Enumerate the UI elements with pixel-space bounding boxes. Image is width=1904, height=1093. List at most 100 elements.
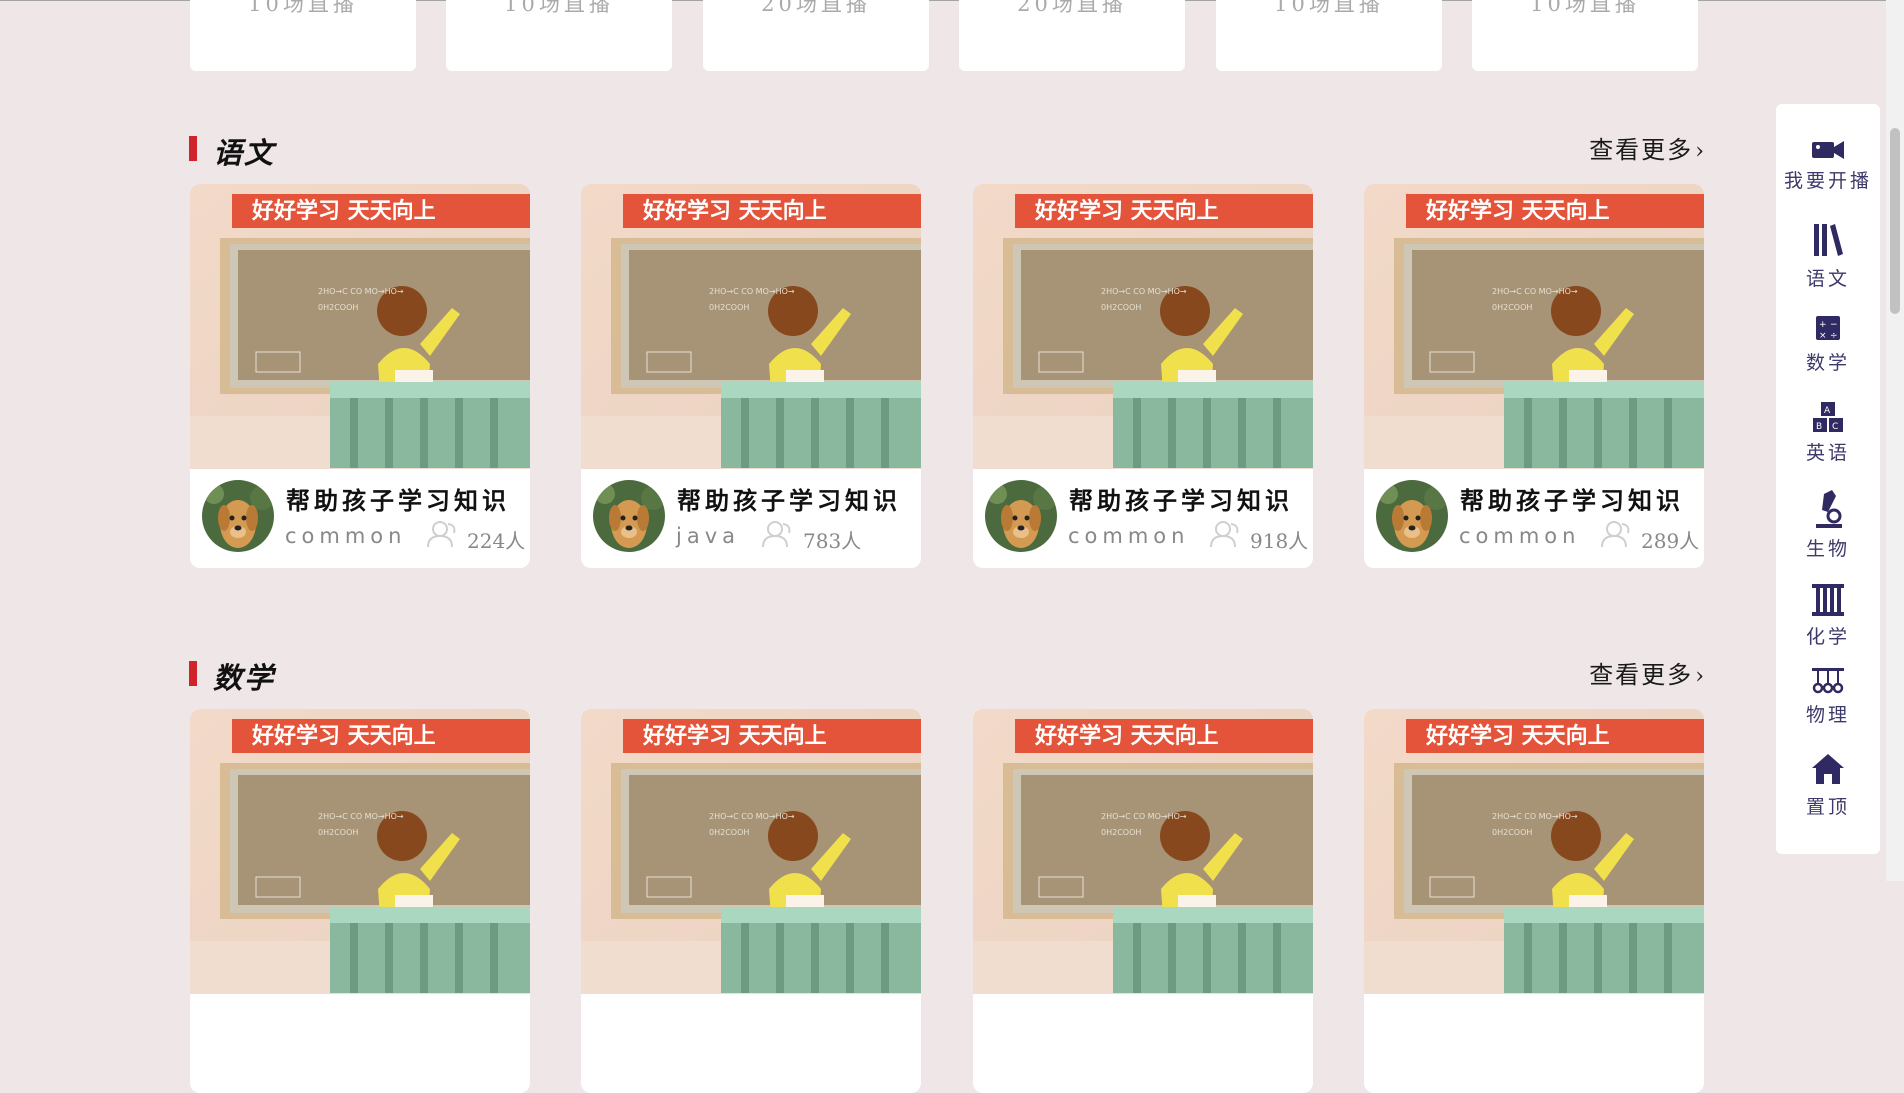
svg-text:+: + (1819, 320, 1827, 330)
calculator-icon: + − × ÷ (1816, 316, 1840, 341)
course-card[interactable]: 好好学习 天天向上 (1364, 709, 1704, 1093)
svg-text:好好学习 天天向上: 好好学习 天天向上 (1034, 723, 1219, 749)
course-card[interactable]: 好好学习 天天向上 (973, 709, 1313, 1093)
viewer-count: 918人 (1250, 529, 1309, 553)
section-header-chinese: 语文 查看更多› (189, 130, 1706, 170)
nav-label: 置顶 (1805, 796, 1850, 818)
course-thumbnail: 好好学习 天天向上 (190, 709, 530, 994)
nav-label: 生物 (1805, 538, 1850, 560)
home-icon (1812, 754, 1844, 784)
nav-label: 我要开播 (1783, 170, 1872, 192)
avatar (202, 480, 274, 552)
view-more-link[interactable]: 查看更多› (1589, 130, 1706, 165)
svg-text:B: B (1816, 422, 1822, 432)
section-title: 语文 (213, 136, 276, 170)
svg-text:好好学习 天天向上: 好好学习 天天向上 (642, 723, 827, 749)
course-card[interactable]: 好好学习 天天向上 帮助孩子学习知识 common 918人 (973, 184, 1313, 568)
svg-text:好好学习 天天向上: 好好学习 天天向上 (251, 198, 436, 224)
microscope-icon (1816, 490, 1842, 528)
svg-text:×: × (1819, 331, 1827, 341)
course-tag: java (676, 524, 740, 548)
course-title: 帮助孩子学习知识 (1069, 486, 1293, 515)
viewer-count: 224人 (467, 529, 526, 553)
nav-item-back-to-top[interactable]: 置顶 (1776, 752, 1880, 832)
nav-label: 数学 (1805, 352, 1850, 374)
nav-item-chinese[interactable]: 语文 (1776, 222, 1880, 302)
svg-text:−: − (1830, 320, 1838, 330)
course-card[interactable]: 好好学习 天天向上 帮助孩子学习知识 java 783人 (581, 184, 921, 568)
scrollbar-thumb[interactable] (1890, 128, 1900, 314)
course-thumbnail: 好好学习 天天向上 (1364, 709, 1704, 994)
svg-text:好好学习 天天向上: 好好学习 天天向上 (642, 198, 827, 224)
nav-label: 物理 (1805, 704, 1850, 726)
live-count-text: 20场直播 (1017, 0, 1127, 16)
section-header-math: 数学 查看更多› (189, 655, 1706, 695)
live-count-text: 10场直播 (248, 0, 358, 16)
nav-item-physics[interactable]: 物理 (1776, 666, 1880, 746)
course-card[interactable]: 好好学习 天天向上 (190, 709, 530, 1093)
nav-item-biology[interactable]: 生物 (1776, 490, 1880, 570)
live-count-text: 10场直播 (1274, 0, 1384, 16)
course-card[interactable]: 好好学习 天天向上 帮助孩子学习知识 common 289人 (1364, 184, 1704, 568)
svg-text:÷: ÷ (1830, 331, 1838, 341)
nav-item-chemistry[interactable]: 化学 (1776, 582, 1880, 662)
test-tubes-icon (1812, 584, 1844, 616)
live-stat-card[interactable]: 20场直播 (959, 0, 1185, 71)
course-title: 帮助孩子学习知识 (1460, 486, 1684, 515)
course-card[interactable]: 好好学习 天天向上 帮助孩子学习知识 common 224人 (190, 184, 530, 568)
course-thumbnail: 好好学习 天天向上 (581, 709, 921, 994)
live-stat-card[interactable]: 20场直播 (703, 0, 929, 71)
svg-text:好好学习 天天向上: 好好学习 天天向上 (1425, 723, 1610, 749)
course-tag: common (1068, 524, 1190, 548)
course-tag: common (1459, 524, 1581, 548)
chevron-right-icon: › (1695, 664, 1706, 689)
abc-blocks-icon: A B C (1813, 402, 1843, 432)
live-count-text: 10场直播 (1530, 0, 1640, 16)
avatar (1376, 480, 1448, 552)
section-title: 数学 (213, 661, 276, 695)
course-thumbnail: 好好学习 天天向上 (973, 184, 1313, 469)
nav-label: 化学 (1805, 626, 1850, 648)
course-title: 帮助孩子学习知识 (677, 486, 901, 515)
course-thumbnail: 好好学习 天天向上 (1364, 184, 1704, 469)
live-stat-card[interactable]: 10场直播 (190, 0, 416, 71)
section-accent-bar (189, 661, 197, 686)
page-scrollbar[interactable] (1886, 0, 1904, 881)
svg-text:好好学习 天天向上: 好好学习 天天向上 (1034, 198, 1219, 224)
live-stat-card[interactable]: 10场直播 (446, 0, 672, 71)
chevron-right-icon: › (1695, 139, 1706, 164)
people-icon (1210, 521, 1239, 548)
live-count-text: 10场直播 (504, 0, 614, 16)
avatar (985, 480, 1057, 552)
live-stat-card[interactable]: 10场直播 (1472, 0, 1698, 71)
live-count-text: 20场直播 (761, 0, 871, 16)
course-title: 帮助孩子学习知识 (286, 486, 510, 515)
floating-side-nav: 我要开播 语文 + − × ÷ 数学 A B C 英语 生物 化学 物理 置顶 (1776, 104, 1880, 854)
course-thumbnail: 好好学习 天天向上 (190, 184, 530, 469)
nav-item-start-live[interactable]: 我要开播 (1776, 134, 1880, 214)
viewer-count: 783人 (803, 529, 862, 553)
view-more-link[interactable]: 查看更多› (1589, 655, 1706, 690)
live-stat-card[interactable]: 10场直播 (1216, 0, 1442, 71)
section-accent-bar (189, 136, 197, 161)
books-icon (1814, 224, 1843, 256)
nav-label: 英语 (1805, 442, 1850, 464)
svg-text:A: A (1824, 406, 1831, 416)
viewer-count: 289人 (1641, 529, 1700, 553)
course-card[interactable]: 好好学习 天天向上 (581, 709, 921, 1093)
newton-cradle-icon (1812, 668, 1844, 694)
course-tag: common (285, 524, 407, 548)
nav-label: 语文 (1805, 268, 1850, 290)
people-icon (427, 521, 456, 548)
avatar (593, 480, 665, 552)
svg-text:好好学习 天天向上: 好好学习 天天向上 (251, 723, 436, 749)
nav-item-english[interactable]: A B C 英语 (1776, 400, 1880, 480)
svg-text:C: C (1832, 422, 1838, 432)
svg-text:好好学习 天天向上: 好好学习 天天向上 (1425, 198, 1610, 224)
video-camera-icon (1812, 141, 1844, 159)
people-icon (1601, 521, 1630, 548)
course-thumbnail: 好好学习 天天向上 (973, 709, 1313, 994)
nav-item-math[interactable]: + − × ÷ 数学 (1776, 314, 1880, 394)
course-thumbnail: 好好学习 天天向上 (581, 184, 921, 469)
people-icon (762, 521, 791, 548)
